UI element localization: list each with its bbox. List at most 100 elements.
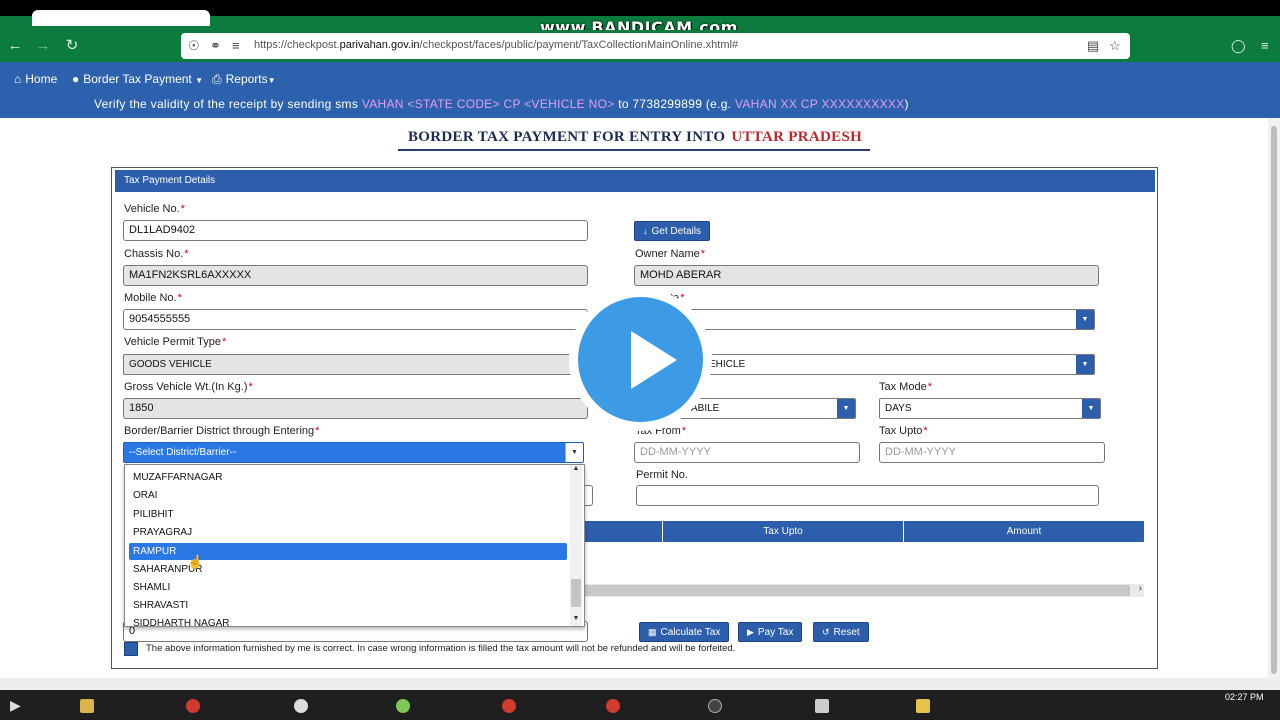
card-icon: ▶: [747, 627, 754, 637]
district-option[interactable]: ORAI: [129, 487, 567, 504]
page-scrollbar[interactable]: [1268, 118, 1280, 680]
dropdown-arrow-icon[interactable]: ▼: [1076, 310, 1094, 329]
play-button[interactable]: [569, 288, 712, 431]
panel-header: Tax Payment Details: [115, 170, 1155, 192]
page-title: BORDER TAX PAYMENT FOR ENTRY INTO UTTAR P…: [398, 129, 870, 151]
tax-table-header: Tax Upto Amount: [585, 521, 1144, 542]
vehicle-no-label: Vehicle No.*: [124, 203, 185, 215]
sms-verify-banner: Verify the validity of the receipt by se…: [94, 97, 909, 111]
browser-toolbar: ← → ↻ ☉ ⚭ ≡ https://checkpost.parivahan.…: [0, 30, 1280, 62]
scroll-thumb[interactable]: [1271, 126, 1277, 674]
browser-tab[interactable]: [32, 10, 210, 26]
dropdown-arrow-icon[interactable]: ▼: [1082, 399, 1100, 418]
district-select[interactable]: --Select District/Barrier-- ▼: [123, 442, 584, 463]
declaration-text: The above information furnished by me is…: [146, 643, 736, 654]
app-icon[interactable]: [708, 699, 722, 713]
district-label: Border/Barrier District through Entering…: [124, 425, 320, 437]
calculate-tax-button[interactable]: ▦ Calculate Tax: [639, 622, 730, 642]
district-option[interactable]: SIDDHARTH NAGAR: [129, 615, 567, 626]
folder-app-icon[interactable]: [80, 699, 94, 713]
mobile-input[interactable]: 9054555555: [123, 309, 588, 330]
clock[interactable]: 02:27 PM: [1225, 692, 1264, 702]
screen: www.BANDICAM.com ← → ↻ ☉ ⚭ ≡ https://che…: [0, 0, 1280, 720]
reset-icon: ↺: [822, 627, 830, 637]
tax-mode-select[interactable]: DAYS ▼: [879, 398, 1101, 419]
declaration-checkbox[interactable]: [124, 642, 138, 656]
play-circle: [578, 297, 703, 422]
caret-down-icon: ▼: [195, 76, 204, 85]
col-tax-upto: Tax Upto: [662, 521, 903, 542]
forward-arrow-icon[interactable]: →: [35, 38, 51, 54]
scroll-down-icon[interactable]: ▼: [570, 615, 582, 622]
tax-mode-label: Tax Mode*: [879, 381, 932, 393]
taskbar: ▶ 02:27 PM: [0, 690, 1280, 720]
tax-upto-label: Tax Upto*: [879, 425, 928, 437]
gvw-input[interactable]: 1850: [123, 398, 588, 419]
play-icon: [631, 331, 677, 389]
tax-upto-input[interactable]: DD-MM-YYYY: [879, 442, 1105, 463]
dropdown-arrow-icon[interactable]: ▼: [565, 443, 583, 462]
permit-type-label: Vehicle Permit Type*: [124, 336, 227, 348]
bookmark-star-icon[interactable]: ☆: [1109, 38, 1121, 54]
reader-view-icon[interactable]: ▤: [1087, 38, 1099, 54]
app-icon[interactable]: [396, 699, 410, 713]
district-option[interactable]: PILIBHIT: [129, 506, 567, 523]
hand-cursor-icon: ☝: [187, 554, 204, 569]
nav-home[interactable]: ⌂ Home: [14, 72, 57, 86]
user-icon: ●: [72, 72, 80, 86]
mobile-label: Mobile No.*: [124, 292, 182, 304]
chassis-label: Chassis No.*: [124, 248, 189, 260]
owner-name-input[interactable]: MOHD ABERAR: [634, 265, 1099, 286]
district-option[interactable]: MUZAFFARNAGAR: [129, 469, 567, 486]
permissions-icon[interactable]: ≡: [232, 38, 240, 54]
url-text[interactable]: https://checkpost.parivahan.gov.in/check…: [254, 39, 738, 51]
home-icon: ⌂: [14, 72, 22, 86]
permit-no-input[interactable]: [636, 485, 1099, 506]
scroll-up-icon[interactable]: ▲: [570, 465, 582, 472]
pay-tax-button[interactable]: ▶ Pay Tax: [738, 622, 803, 642]
dropdown-arrow-icon[interactable]: ▼: [837, 399, 855, 418]
address-bar[interactable]: ☉ ⚭ ≡ https://checkpost.parivahan.gov.in…: [181, 33, 1130, 59]
start-icon[interactable]: ▶: [10, 697, 21, 714]
print-icon: ⎙: [212, 72, 222, 86]
dropdown-scrollbar[interactable]: ▲ ▼: [570, 465, 582, 626]
get-details-button[interactable]: ↓ Get Details: [634, 221, 710, 241]
app-icon[interactable]: [815, 699, 829, 713]
vehicle-no-input[interactable]: DL1LAD9402: [123, 220, 588, 241]
nav-reports[interactable]: ⎙ Reports▼: [212, 72, 276, 87]
back-arrow-icon[interactable]: ←: [7, 38, 23, 54]
shield-icon[interactable]: ☉: [188, 38, 200, 54]
permit-type-select[interactable]: GOODS VEHICLE: [123, 354, 588, 375]
dropdown-arrow-icon[interactable]: ▼: [1076, 355, 1094, 374]
nav-border-tax-payment[interactable]: ● Border Tax Payment ▼: [72, 72, 203, 86]
district-dropdown-list[interactable]: MUZAFFARNAGAR ORAI PILIBHIT PRAYAGRAJ RA…: [124, 464, 585, 627]
reset-button[interactable]: ↺ Reset: [813, 622, 869, 642]
app-icon[interactable]: [294, 699, 308, 713]
app-icon[interactable]: [606, 699, 620, 713]
district-option[interactable]: SHAMLI: [129, 579, 567, 596]
district-option[interactable]: SHRAVASTI: [129, 597, 567, 614]
pocket-icon[interactable]: ◯: [1231, 38, 1246, 54]
calculator-icon: ▦: [648, 627, 657, 637]
reload-icon[interactable]: ↻: [64, 38, 80, 54]
permit-no-label: Permit No.: [636, 469, 688, 481]
col-amount: Amount: [903, 521, 1144, 542]
scroll-right-icon[interactable]: ›: [1139, 583, 1142, 594]
table-hscrollbar[interactable]: ›: [585, 583, 1144, 597]
lock-icon[interactable]: ⚭: [210, 38, 221, 54]
district-option[interactable]: PRAYAGRAJ: [129, 524, 567, 541]
app-icon[interactable]: [916, 699, 930, 713]
scroll-thumb[interactable]: [571, 579, 581, 607]
tax-from-input[interactable]: DD-MM-YYYY: [634, 442, 860, 463]
menu-icon[interactable]: ≡: [1261, 38, 1269, 54]
chassis-input[interactable]: MA1FN2KSRL6AXXXXX: [123, 265, 588, 286]
download-arrow-icon: ↓: [643, 226, 648, 236]
chrome-app-icon[interactable]: [186, 699, 200, 713]
gvw-label: Gross Vehicle Wt.(In Kg.)*: [124, 381, 253, 393]
owner-name-label: Owner Name*: [635, 248, 706, 260]
caret-down-icon: ▼: [267, 76, 276, 85]
app-icon[interactable]: [502, 699, 516, 713]
site-navbar: ⌂ Home ● Border Tax Payment ▼ ⎙ Reports▼ Ve…: [0, 62, 1280, 118]
scroll-thumb[interactable]: [585, 585, 1130, 596]
page-bottom-edge: [0, 678, 1280, 690]
